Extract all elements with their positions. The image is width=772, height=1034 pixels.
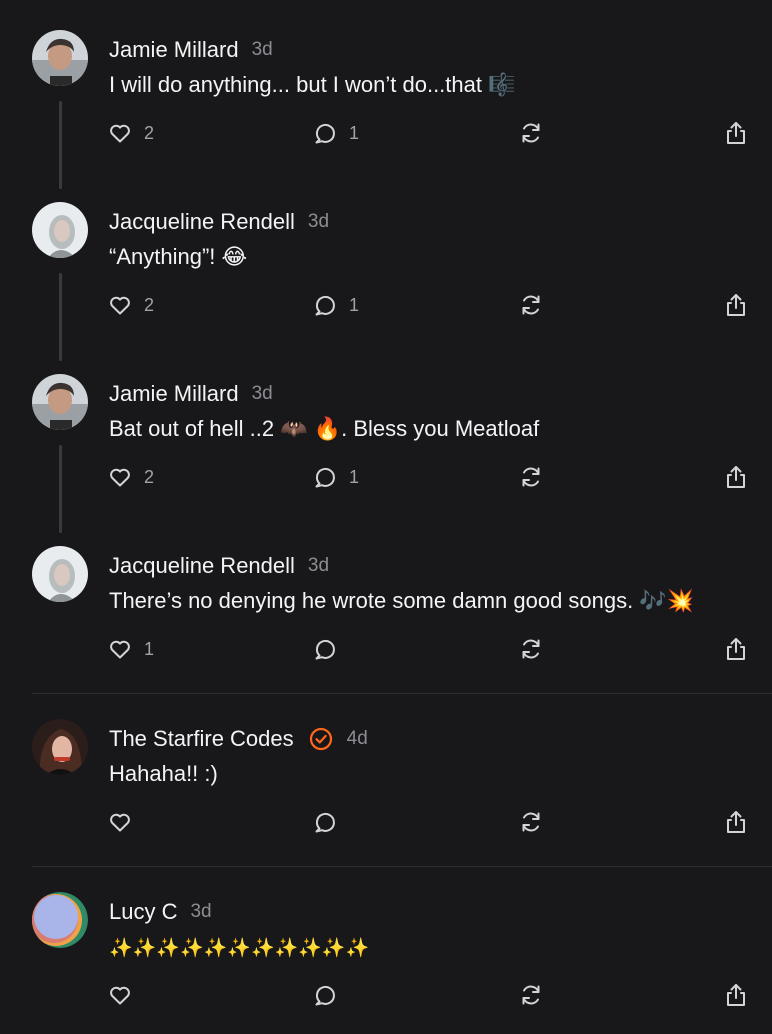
restack-button[interactable] <box>519 982 543 1008</box>
avatar[interactable] <box>32 374 88 430</box>
heart-icon <box>108 293 132 317</box>
like-button[interactable]: 2 <box>108 120 154 146</box>
comment-text: Bat out of hell ..2 🦇 🔥. Bless you Meatl… <box>109 416 540 441</box>
reply-button[interactable] <box>313 809 337 835</box>
comment-text: Hahaha!! :) <box>109 761 218 786</box>
comment-header: Jacqueline Rendell 3d <box>109 209 329 235</box>
speech-bubble-icon <box>313 121 337 145</box>
author-name[interactable]: Jacqueline Rendell <box>109 209 295 235</box>
share-button[interactable] <box>723 809 749 835</box>
like-count: 2 <box>144 122 155 143</box>
verified-check-icon <box>308 726 334 752</box>
reply-button[interactable]: 1 <box>313 464 359 490</box>
restack-arrows-icon <box>519 293 543 317</box>
reply-button[interactable] <box>313 982 337 1008</box>
comment-header: The Starfire Codes 4d <box>109 726 368 752</box>
timestamp[interactable]: 3d <box>308 211 329 233</box>
restack-button[interactable] <box>519 809 543 835</box>
speech-bubble-icon <box>313 810 337 834</box>
speech-bubble-icon <box>313 293 337 317</box>
like-count: 2 <box>144 294 155 315</box>
like-button[interactable]: 2 <box>108 464 154 490</box>
avatar[interactable] <box>32 546 88 602</box>
reply-button[interactable]: 1 <box>313 120 359 146</box>
comment-header: Jamie Millard 3d <box>109 37 273 63</box>
like-button[interactable] <box>108 809 132 835</box>
comment-header: Jacqueline Rendell 3d <box>109 553 329 579</box>
share-upload-icon <box>723 464 749 490</box>
thread-divider <box>32 693 772 694</box>
comment-text: There’s no denying he wrote some damn go… <box>109 588 695 613</box>
timestamp[interactable]: 3d <box>252 39 273 61</box>
share-upload-icon <box>723 982 749 1008</box>
like-button[interactable]: 2 <box>108 292 154 318</box>
timestamp[interactable]: 3d <box>308 555 329 577</box>
share-upload-icon <box>723 120 749 146</box>
thread-line <box>59 445 62 533</box>
thread-divider <box>32 866 772 867</box>
like-count: 1 <box>144 638 155 659</box>
reply-count: 1 <box>349 294 360 315</box>
restack-button[interactable] <box>519 120 543 146</box>
like-button[interactable]: 1 <box>108 636 154 662</box>
author-name[interactable]: The Starfire Codes <box>109 726 294 752</box>
timestamp[interactable]: 4d <box>347 728 368 750</box>
share-button[interactable] <box>723 982 749 1008</box>
reply-button[interactable]: 1 <box>313 292 359 318</box>
heart-icon <box>108 810 132 834</box>
reply-count: 1 <box>349 466 360 487</box>
share-upload-icon <box>723 809 749 835</box>
restack-arrows-icon <box>519 637 543 661</box>
like-button[interactable] <box>108 982 132 1008</box>
restack-arrows-icon <box>519 121 543 145</box>
speech-bubble-icon <box>313 637 337 661</box>
comment-text: “Anything”! 😂 <box>109 244 248 269</box>
avatar[interactable] <box>32 202 88 258</box>
author-name[interactable]: Jacqueline Rendell <box>109 553 295 579</box>
restack-arrows-icon <box>519 983 543 1007</box>
share-upload-icon <box>723 636 749 662</box>
comment-text: ✨✨✨✨✨✨✨✨✨✨✨ <box>109 938 370 959</box>
thread-line <box>59 101 62 189</box>
avatar[interactable] <box>32 719 88 775</box>
restack-arrows-icon <box>519 810 543 834</box>
restack-button[interactable] <box>519 292 543 318</box>
restack-arrows-icon <box>519 465 543 489</box>
restack-button[interactable] <box>519 636 543 662</box>
thread-line <box>59 273 62 361</box>
speech-bubble-icon <box>313 465 337 489</box>
avatar[interactable] <box>32 30 88 86</box>
timestamp[interactable]: 3d <box>252 383 273 405</box>
reply-button[interactable] <box>313 636 337 662</box>
comment-text: I will do anything... but I won’t do...t… <box>109 72 516 97</box>
share-upload-icon <box>723 292 749 318</box>
author-name[interactable]: Jamie Millard <box>109 381 239 407</box>
share-button[interactable] <box>723 636 749 662</box>
comment-header: Jamie Millard 3d <box>109 381 273 407</box>
heart-icon <box>108 121 132 145</box>
avatar[interactable] <box>32 892 88 948</box>
speech-bubble-icon <box>313 983 337 1007</box>
author-name[interactable]: Jamie Millard <box>109 37 239 63</box>
share-button[interactable] <box>723 292 749 318</box>
comment-header: Lucy C 3d <box>109 899 212 925</box>
like-count: 2 <box>144 466 155 487</box>
timestamp[interactable]: 3d <box>190 901 211 923</box>
restack-button[interactable] <box>519 464 543 490</box>
heart-icon <box>108 637 132 661</box>
author-name[interactable]: Lucy C <box>109 899 177 925</box>
share-button[interactable] <box>723 120 749 146</box>
reply-count: 1 <box>349 122 360 143</box>
heart-icon <box>108 465 132 489</box>
share-button[interactable] <box>723 464 749 490</box>
heart-icon <box>108 983 132 1007</box>
